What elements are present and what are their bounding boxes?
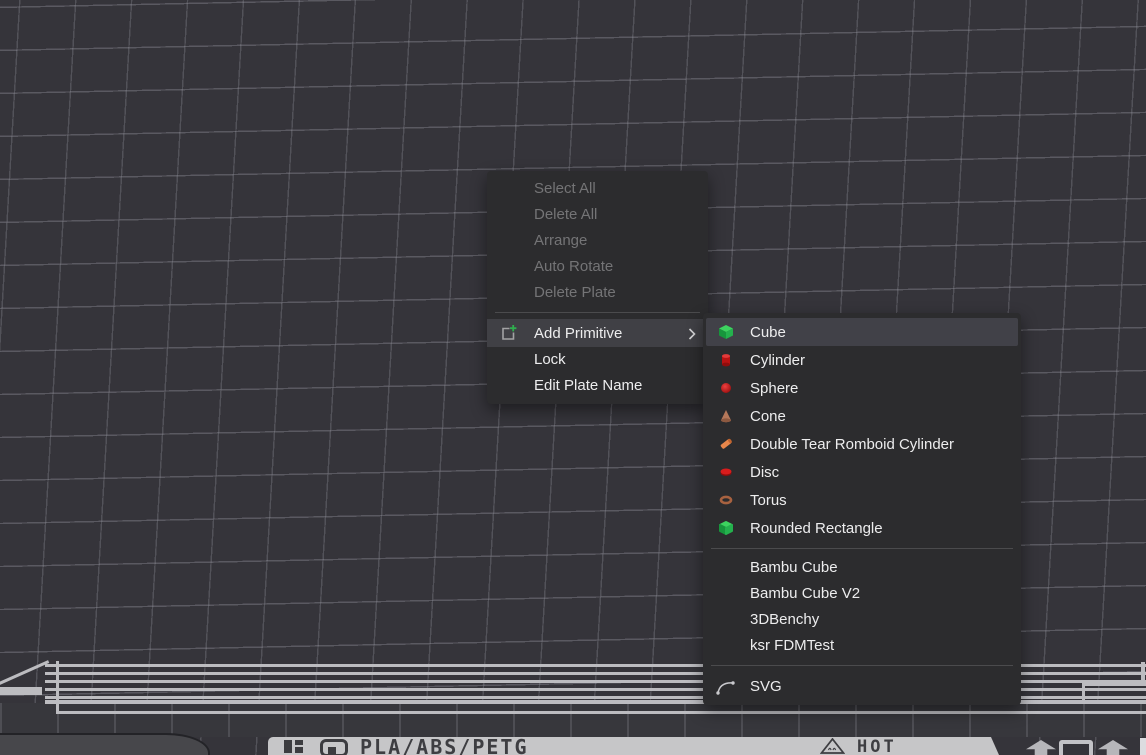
menu-item-arrange: Arrange	[487, 228, 708, 254]
bezier-curve-icon	[715, 678, 737, 696]
menu-item-delete-plate: Delete Plate	[487, 280, 708, 306]
submenu-item-label: Sphere	[750, 380, 798, 397]
menu-item-delete-all: Delete All	[487, 202, 708, 228]
menu-separator	[495, 312, 700, 313]
romboid-cylinder-icon	[718, 436, 734, 452]
cylinder-icon	[718, 352, 734, 368]
plate-arrow-up-icon	[1026, 740, 1056, 755]
disc-icon	[718, 464, 734, 480]
menu-item-lock[interactable]: Lock	[487, 347, 708, 373]
submenu-item-label: Rounded Rectangle	[750, 520, 883, 537]
plate-tick	[56, 661, 59, 714]
add-primitive-label: Add Primitive	[534, 325, 622, 342]
submenu-separator	[711, 548, 1013, 549]
torus-icon	[718, 492, 734, 508]
plate-edge-line	[56, 711, 1146, 714]
submenu-item-bambu-cube-v2[interactable]: Bambu Cube V2	[703, 581, 1021, 607]
plate-edge-highlight	[1140, 738, 1146, 755]
submenu-separator	[711, 665, 1013, 666]
submenu-item-disc[interactable]: Disc	[703, 458, 1021, 486]
submenu-item-rounded-rectangle[interactable]: Rounded Rectangle	[703, 514, 1021, 542]
plate-brand-icon	[320, 739, 348, 755]
plate-corner-bar	[0, 687, 42, 695]
plate-corner-tab	[0, 733, 210, 755]
plate-slot-icon	[1059, 740, 1093, 755]
submenu-chevron-icon	[688, 327, 696, 344]
submenu-item-label: SVG	[750, 678, 782, 695]
submenu-item-cube[interactable]: Cube	[706, 318, 1018, 346]
plate-bracket	[1141, 662, 1145, 686]
plate-bracket	[1082, 683, 1085, 704]
sphere-icon	[718, 380, 734, 396]
hot-warning-text: HOT	[857, 738, 897, 755]
submenu-item-label: Cube	[750, 324, 786, 341]
warning-triangle-icon	[820, 738, 845, 754]
plate-arrow-up-icon	[1098, 740, 1128, 755]
submenu-item-label: Torus	[750, 492, 787, 509]
rounded-rectangle-icon	[718, 520, 734, 536]
plate-front-band	[0, 703, 1146, 737]
hot-warning: HOT	[820, 738, 897, 755]
add-primitive-icon	[499, 324, 517, 346]
menu-item-select-all: Select All	[487, 176, 708, 202]
submenu-item-double-tear-romboid-cylinder[interactable]: Double Tear Romboid Cylinder	[703, 430, 1021, 458]
bambu-logo-icon	[282, 739, 312, 755]
submenu-item-ksr-fdmtest[interactable]: ksr FDMTest	[703, 633, 1021, 659]
menu-item-add-primitive[interactable]: Add Primitive	[487, 319, 708, 347]
plate-corner-diagonal	[0, 660, 49, 685]
submenu-item-bambu-cube[interactable]: Bambu Cube	[703, 555, 1021, 581]
submenu-item-label: Disc	[750, 464, 779, 481]
plate-material-text: PLA/ABS/PETG	[360, 737, 529, 755]
submenu-item-3dbenchy[interactable]: 3DBenchy	[703, 607, 1021, 633]
submenu-item-sphere[interactable]: Sphere	[703, 374, 1021, 402]
slicer-3d-viewport: PLA/ABS/PETG HOT Select All Delete All A…	[0, 0, 1146, 755]
cone-icon	[718, 408, 734, 424]
plate-label-strip: PLA/ABS/PETG HOT	[268, 737, 999, 755]
submenu-item-label: Cylinder	[750, 352, 805, 369]
plate-context-menu: Select All Delete All Arrange Auto Rotat…	[487, 171, 708, 404]
cube-icon	[718, 324, 734, 340]
submenu-item-label: Cone	[750, 408, 786, 425]
submenu-item-cone[interactable]: Cone	[703, 402, 1021, 430]
menu-item-edit-plate-name[interactable]: Edit Plate Name	[487, 373, 708, 399]
submenu-item-label: Double Tear Romboid Cylinder	[750, 436, 954, 453]
menu-item-auto-rotate: Auto Rotate	[487, 254, 708, 280]
submenu-item-torus[interactable]: Torus	[703, 486, 1021, 514]
submenu-item-svg[interactable]: SVG	[703, 672, 1021, 700]
add-primitive-submenu: Cube Cylinder Sphere	[703, 313, 1021, 705]
plate-bracket	[1082, 683, 1146, 686]
submenu-item-cylinder[interactable]: Cylinder	[703, 346, 1021, 374]
